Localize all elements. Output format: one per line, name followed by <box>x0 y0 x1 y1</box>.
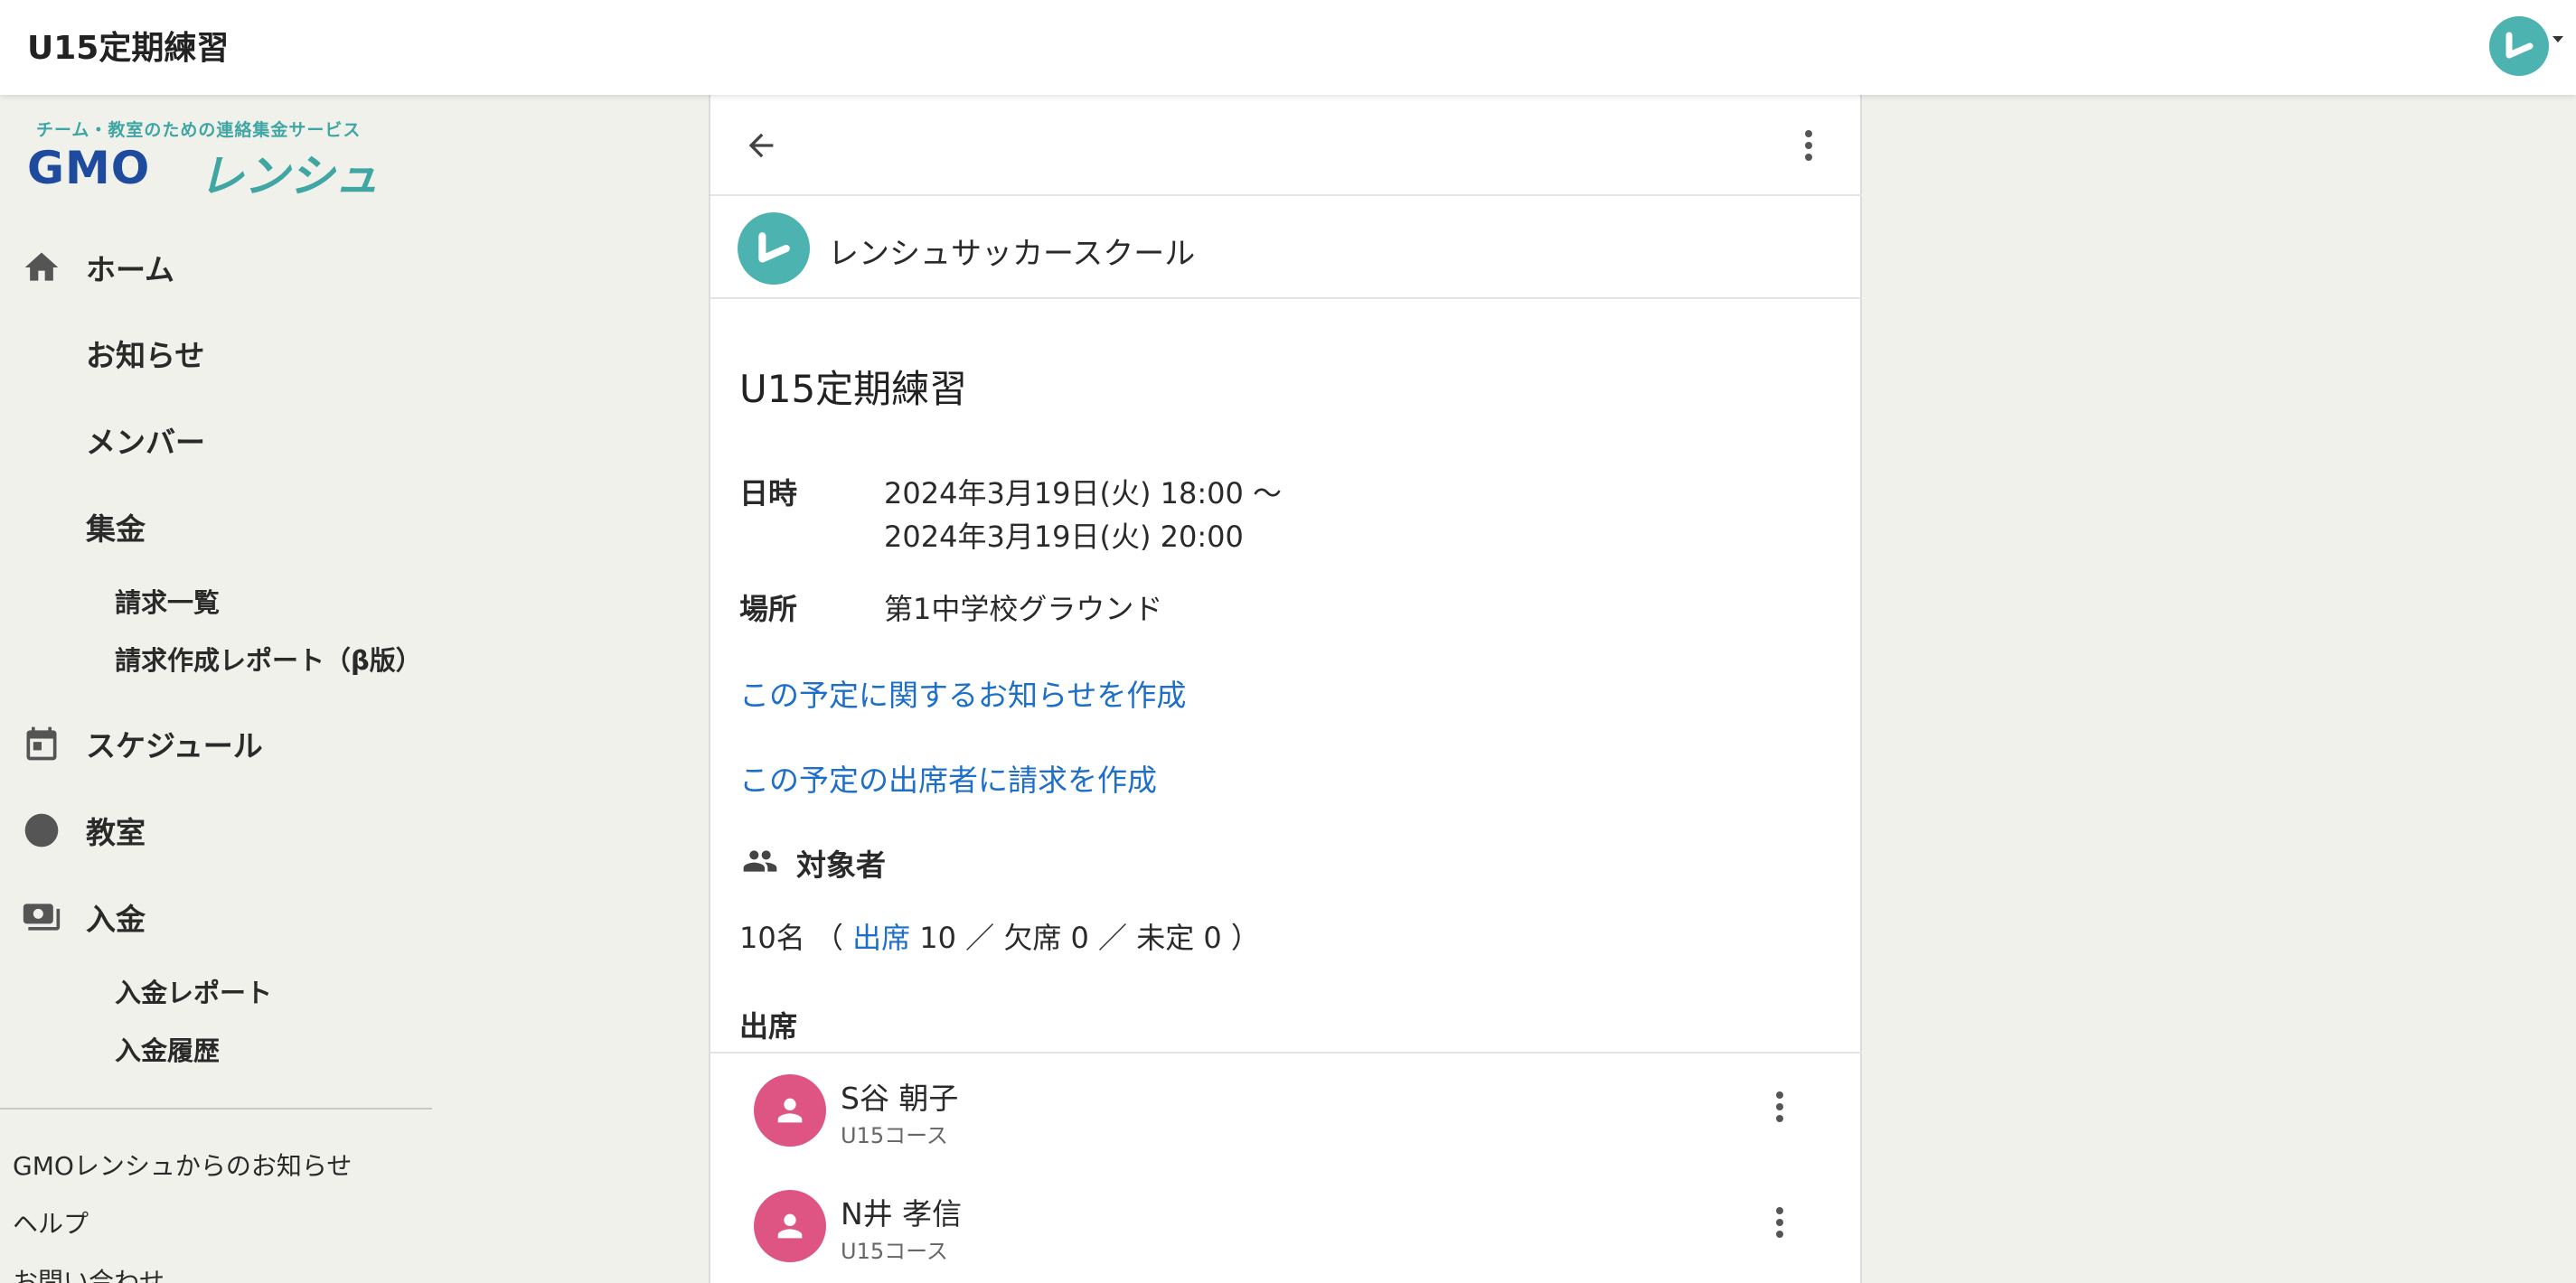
sidebar-item-label: ホーム <box>86 252 175 287</box>
member-list-item[interactable]: S谷 朝子 U15コース <box>710 1054 1862 1170</box>
organization-avatar <box>738 212 810 285</box>
sidebar-subitem-label: 請求作成レポート（β版） <box>115 645 422 676</box>
attendance-counts: 10名 （ 出席 10 ／ 欠席 0 ／ 未定 0 ） <box>739 915 1260 957</box>
person-icon <box>777 1213 803 1239</box>
sidebar-item-label: お知らせ <box>86 338 205 373</box>
sidebar-item-deposit-report[interactable]: 入金レポート <box>0 960 687 1023</box>
sidebar-item-invoice-list[interactable]: 請求一覧 <box>0 569 687 632</box>
right-empty-area <box>1862 95 2576 1283</box>
sidebar-item-label: 集金 <box>86 511 146 547</box>
sidebar-item-label: 教室 <box>86 815 146 850</box>
sidebar-item-deposit[interactable]: 入金 <box>0 885 687 949</box>
footer-link-news[interactable]: GMOレンシュからのお知らせ <box>13 1147 352 1183</box>
attend-filter-link[interactable]: 出席 <box>852 921 910 955</box>
payments-icon <box>23 904 61 931</box>
more-vert-icon[interactable] <box>1802 129 1815 162</box>
sidebar-item-deposit-history[interactable]: 入金履歴 <box>0 1017 687 1081</box>
datetime-start: 2024年3月19日(火) 18:00 〜 <box>884 476 1283 510</box>
target-members-heading: 対象者 <box>796 848 886 883</box>
page-title: U15定期練習 <box>27 30 230 67</box>
logo-renshu[interactable]: レンシュ <box>199 140 380 205</box>
sidebar-subitem-label: 入金履歴 <box>115 1035 221 1066</box>
sidebar-item-classroom[interactable]: 教室 <box>0 799 687 862</box>
person-icon <box>777 1098 803 1123</box>
member-avatar <box>754 1190 826 1262</box>
sidebar-subitem-label: 請求一覧 <box>115 587 221 618</box>
renshu-logo-icon <box>2505 32 2534 59</box>
attend-section-heading: 出席 <box>739 1009 798 1044</box>
logo-tagline: チーム・教室のための連絡集金サービス <box>36 120 362 140</box>
datetime-end: 2024年3月19日(火) 20:00 <box>884 520 1244 554</box>
chevron-down-icon[interactable] <box>2552 36 2563 42</box>
create-news-link[interactable]: この予定に関するお知らせを作成 <box>739 671 1186 715</box>
footer-link-contact[interactable]: お問い合わせ <box>13 1262 165 1283</box>
member-list-item[interactable]: N井 孝信 U15コース <box>710 1170 1862 1283</box>
counts-total: 10名 （ <box>739 921 853 955</box>
more-vert-icon[interactable] <box>1773 1206 1786 1239</box>
sidebar-item-schedule[interactable]: スケジュール <box>0 712 687 775</box>
datetime-label: 日時 <box>739 476 798 510</box>
event-title: U15定期練習 <box>739 367 968 411</box>
people-icon <box>743 850 777 872</box>
circle-icon <box>24 813 59 848</box>
sidebar-item-collection[interactable]: 集金 <box>0 495 687 558</box>
sidebar: チーム・教室のための連絡集金サービス GMO レンシュ ホーム お知らせ メンバ… <box>0 95 709 1283</box>
footer-link-help[interactable]: ヘルプ <box>13 1204 89 1241</box>
logo-gmo[interactable]: GMO <box>27 142 150 194</box>
panel-header <box>710 95 1862 196</box>
member-avatar <box>754 1074 826 1147</box>
sidebar-item-news[interactable]: お知らせ <box>0 322 687 385</box>
renshu-logo-icon <box>758 232 790 263</box>
member-course: U15コース <box>841 1123 948 1148</box>
sidebar-item-members[interactable]: メンバー <box>0 408 687 472</box>
place-value: 第1中学校グラウンド <box>884 592 1163 626</box>
list-divider <box>710 1052 1862 1054</box>
sidebar-divider <box>0 1108 432 1110</box>
organization-name: レンシュサッカースクール <box>828 236 1196 272</box>
more-vert-icon[interactable] <box>1773 1091 1786 1123</box>
account-avatar[interactable] <box>2489 16 2549 76</box>
event-detail-panel: レンシュサッカースクール U15定期練習 日時 2024年3月19日(火) 18… <box>709 95 1862 1283</box>
sidebar-item-label: 入金 <box>86 902 146 937</box>
calendar-icon <box>26 726 57 761</box>
member-name: N井 孝信 <box>841 1196 963 1231</box>
home-icon <box>24 252 59 281</box>
organization-row[interactable]: レンシュサッカースクール <box>710 196 1862 299</box>
counts-breakdown: 10 ／ 欠席 0 ／ 未定 0 ） <box>910 921 1260 955</box>
place-label: 場所 <box>739 592 798 626</box>
sidebar-subitem-label: 入金レポート <box>115 978 273 1008</box>
member-course: U15コース <box>841 1239 948 1264</box>
create-invoice-link[interactable]: この予定の出席者に請求を作成 <box>739 756 1157 800</box>
sidebar-item-invoice-report[interactable]: 請求作成レポート（β版） <box>0 627 687 690</box>
arrow-back-icon[interactable] <box>743 127 779 164</box>
sidebar-item-label: メンバー <box>86 425 205 460</box>
sidebar-item-home[interactable]: ホーム <box>0 236 687 299</box>
sidebar-item-label: スケジュール <box>86 728 263 763</box>
member-name: S谷 朝子 <box>841 1081 959 1116</box>
top-app-bar: U15定期練習 <box>0 0 2576 95</box>
